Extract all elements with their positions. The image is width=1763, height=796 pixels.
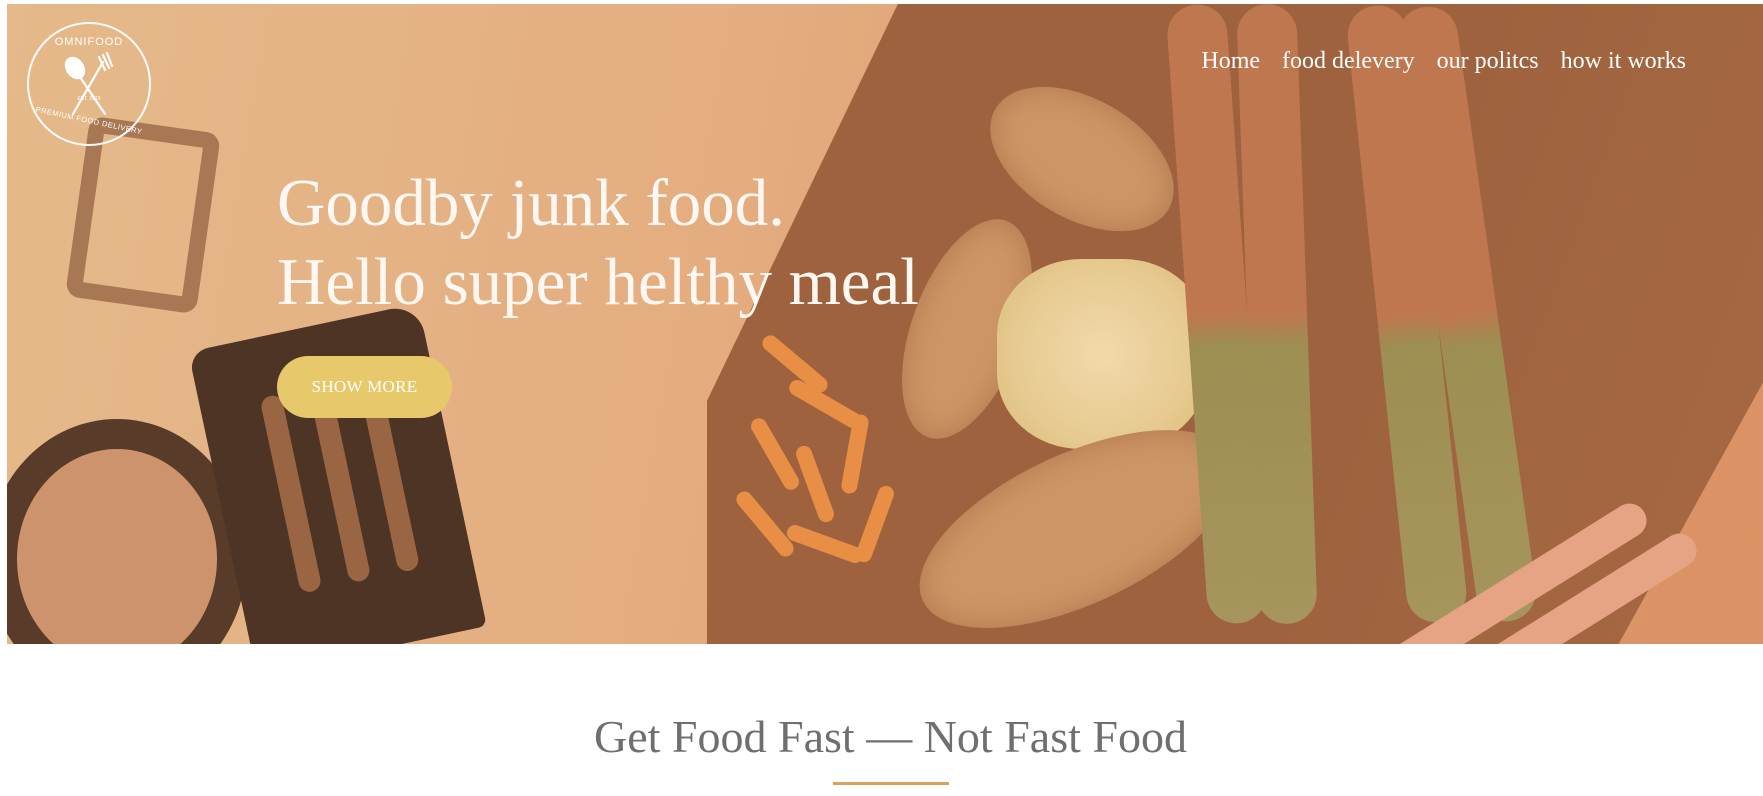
nav-item-our-politics[interactable]: our politcs — [1437, 48, 1539, 75]
main-nav: Home food delevery our politcs how it wo… — [1201, 48, 1686, 75]
hero-headline-line1: Goodby junk food. — [277, 166, 786, 240]
show-more-button[interactable]: SHOW MORE — [277, 356, 452, 418]
hero-headline: Goodby junk food. Hello super helthy mea… — [277, 164, 919, 322]
hero-section: OMNIFOOD EST. 2019 PREMIUM FOOD DELIVERY… — [7, 4, 1763, 644]
brand-logo[interactable]: OMNIFOOD EST. 2019 PREMIUM FOOD DELIVERY — [27, 22, 151, 146]
nav-item-food-delivery[interactable]: food delevery — [1282, 48, 1415, 75]
hero-color-overlay — [7, 4, 1763, 644]
logo-established-text: EST. 2019 — [77, 96, 101, 102]
nav-item-how-it-works[interactable]: how it works — [1561, 48, 1686, 75]
section-title-underline — [833, 782, 949, 785]
nav-item-home[interactable]: Home — [1201, 48, 1260, 75]
section-title: Get Food Fast — Not Fast Food — [594, 711, 1187, 762]
hero-headline-line2: Hello super helthy meal — [277, 245, 919, 319]
